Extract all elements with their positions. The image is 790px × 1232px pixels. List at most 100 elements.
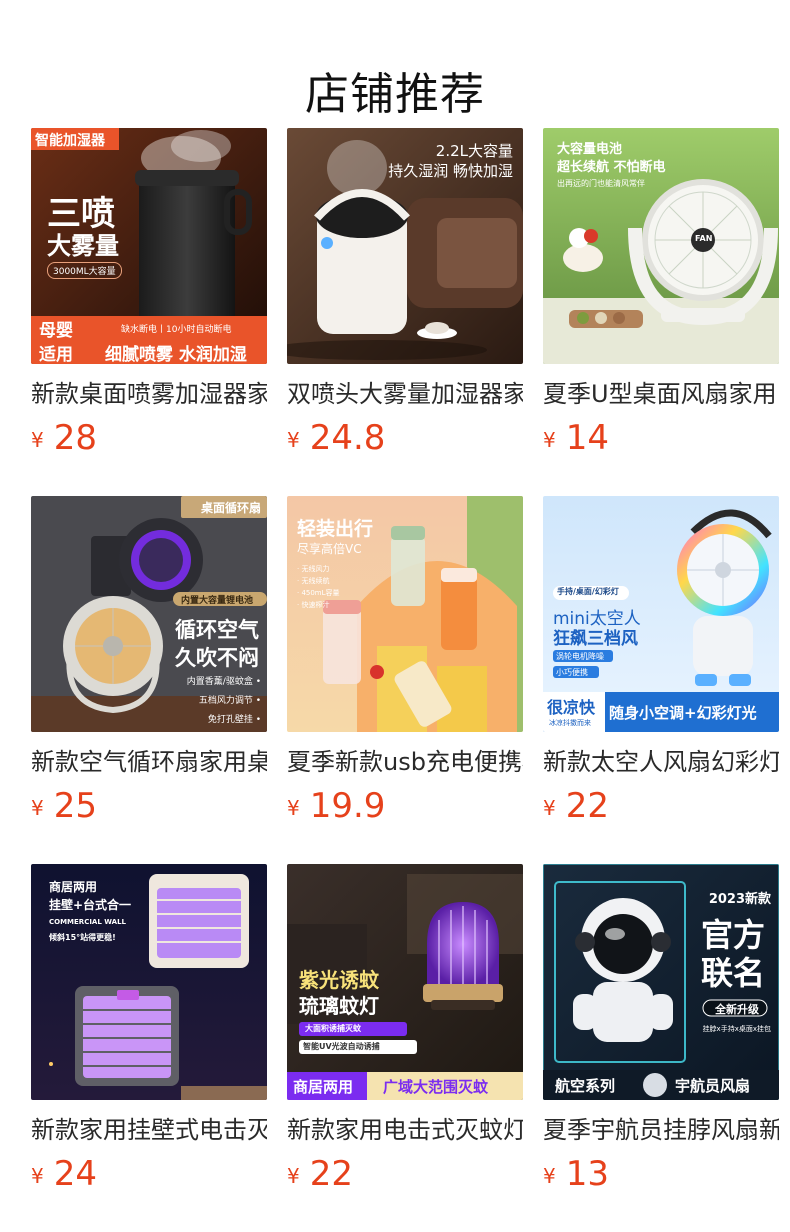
image-badge: 大面积诱捕灭蚊 [305, 1024, 361, 1033]
image-bottom-right: 广域大范围灭蚊 [383, 1078, 489, 1096]
image-tag: 智能加湿器 [35, 133, 105, 149]
product-price: ¥19.9 [287, 784, 523, 828]
product-name[interactable]: 夏季新款usb充电便携榨汁杯 [287, 746, 523, 778]
product-image[interactable]: 2.2L大容量 持久湿润 畅快加湿 [287, 128, 523, 364]
price-value: 28 [53, 418, 97, 458]
product-price: ¥14 [543, 416, 779, 460]
price-value: 22 [309, 1154, 353, 1194]
product-name[interactable]: 夏季宇航员挂脖风扇新款 [543, 1114, 779, 1146]
image-headline: 狂飙三档风 [553, 629, 638, 649]
product-grid: 智能加湿器 三喷 大雾量 3000ML大容量 母婴 适用 缺水断电丨10小时自动… [31, 128, 779, 1232]
product-name[interactable]: 新款太空人风扇幻彩灯光 [543, 746, 779, 778]
currency-symbol: ¥ [31, 428, 44, 452]
image-badge: 母婴 [39, 321, 73, 341]
image-headline: 循环空气 [175, 618, 259, 642]
store-recommendations-page: 店铺推荐 智能加湿器 三喷 大雾量 3000ML大容量 母婴 适用 缺水断电丨1… [0, 0, 790, 1232]
image-headline: 轻装出行 [297, 518, 374, 540]
image-headline: 挂壁+台式合一 [49, 898, 132, 912]
image-feature: · 无线风力 [297, 565, 330, 573]
product-image[interactable]: 桌面循环扇 内置大容量锂电池 循环空气 久吹不闷 内置香薰/驱蚊盒 • 五档风力… [31, 496, 267, 732]
image-headline: 超长续航 不怕断电 [557, 160, 666, 175]
image-badge: 冰凉抖擞而来 [549, 719, 591, 727]
product-card[interactable]: 轻装出行 尽享高倍VC · 无线风力 · 无线续航 · 450mL容量 · 快速… [287, 496, 523, 864]
price-value: 14 [565, 418, 609, 458]
image-badge: 智能UV光波自动诱捕 [303, 1042, 380, 1051]
product-price: ¥24 [31, 1152, 267, 1196]
image-headline: 久吹不闷 [175, 646, 259, 670]
image-headline: 持久湿润 畅快加湿 [388, 162, 513, 180]
image-pill: 全新升级 [715, 1003, 759, 1016]
product-name[interactable]: 夏季U型桌面风扇家用 [543, 378, 779, 410]
product-price: ¥28 [31, 416, 267, 460]
image-bottom-text: 随身小空调+幻彩灯光 [609, 704, 757, 722]
product-name[interactable]: 新款家用电击式灭蚊灯 [287, 1114, 523, 1146]
image-feature: · 无线续航 [297, 577, 330, 585]
image-subline: 挂脖x手持x桌面x挂包 [702, 1025, 771, 1033]
image-feature: 免打孔壁挂 • [207, 715, 261, 725]
currency-symbol: ¥ [287, 428, 300, 452]
product-card[interactable]: 桌面循环扇 内置大容量锂电池 循环空气 久吹不闷 内置香薰/驱蚊盒 • 五档风力… [31, 496, 267, 864]
product-card[interactable]: 商居两用 挂壁+台式合一 COMMERCIAL WALL 倾斜15°站得更稳! … [31, 864, 267, 1232]
product-price: ¥25 [31, 784, 267, 828]
currency-symbol: ¥ [31, 796, 44, 820]
image-subline: COMMERCIAL WALL [49, 918, 126, 926]
image-bottom-left: 商居两用 [293, 1078, 354, 1096]
product-card[interactable]: 智能加湿器 三喷 大雾量 3000ML大容量 母婴 适用 缺水断电丨10小时自动… [31, 128, 267, 496]
image-badge: 涡轮电机降噪 [556, 652, 604, 661]
image-headline: 联名 [700, 954, 765, 992]
product-card[interactable]: 手持/桌面/幻彩灯 mini太空人 狂飙三档风 涡轮电机降噪 小巧便携 很凉快 … [543, 496, 779, 864]
product-price: ¥24.8 [287, 416, 523, 460]
image-headline: 2.2L大容量 [435, 142, 513, 160]
image-badge: 很凉快 [547, 698, 596, 717]
product-card[interactable]: 紫光诱蚊 琉璃蚊灯 大面积诱捕灭蚊 智能UV光波自动诱捕 商居两用 广域大范围灭… [287, 864, 523, 1232]
image-headline: 大雾量 [47, 232, 119, 260]
image-band: 内置大容量锂电池 [181, 596, 254, 606]
currency-symbol: ¥ [543, 796, 556, 820]
image-feature: · 450mL容量 [297, 589, 340, 597]
image-tag: 2023新款 [708, 892, 771, 907]
currency-symbol: ¥ [287, 1164, 300, 1188]
image-bottom-text: 细腻喷雾 水润加湿 [105, 345, 247, 364]
product-name[interactable]: 新款桌面喷雾加湿器家用 [31, 378, 267, 410]
product-image[interactable]: 商居两用 挂壁+台式合一 COMMERCIAL WALL 倾斜15°站得更稳! [31, 864, 267, 1100]
product-card[interactable]: 2.2L大容量 持久湿润 畅快加湿 双喷头大雾量加湿器家用 ¥24.8 [287, 128, 523, 496]
image-feature: 内置香薰/驱蚊盒 • [186, 677, 261, 687]
image-subline: 倾斜15°站得更稳! [49, 933, 116, 942]
image-headline: 紫光诱蚊 [299, 968, 379, 992]
product-image[interactable]: 轻装出行 尽享高倍VC · 无线风力 · 无线续航 · 450mL容量 · 快速… [287, 496, 523, 732]
image-subline: 缺水断电丨10小时自动断电 [121, 325, 232, 335]
image-chip: 手持/桌面/幻彩灯 [557, 587, 619, 596]
price-value: 24 [53, 1154, 97, 1194]
product-name[interactable]: 双喷头大雾量加湿器家用 [287, 378, 523, 410]
price-value: 13 [565, 1154, 609, 1194]
product-image[interactable]: 手持/桌面/幻彩灯 mini太空人 狂飙三档风 涡轮电机降噪 小巧便携 很凉快 … [543, 496, 779, 732]
image-bottom-right: 宇航员风扇 [675, 1077, 751, 1095]
product-name[interactable]: 新款空气循环扇家用桌面 [31, 746, 267, 778]
product-image[interactable]: 大容量电池 超长续航 不怕断电 出再远的门也能清风常伴 FAN [543, 128, 779, 364]
image-subline: 尽享高倍VC [297, 542, 362, 556]
page-title: 店铺推荐 [305, 69, 485, 121]
price-value: 24.8 [309, 418, 386, 458]
image-headline: 商居两用 [49, 880, 98, 894]
image-tag: 桌面循环扇 [200, 501, 261, 515]
currency-symbol: ¥ [31, 1164, 44, 1188]
image-badge: 小巧便携 [556, 668, 588, 677]
product-price: ¥22 [287, 1152, 523, 1196]
product-card[interactable]: 大容量电池 超长续航 不怕断电 出再远的门也能清风常伴 FAN 夏季U型桌面风扇… [543, 128, 779, 496]
product-image[interactable]: 智能加湿器 三喷 大雾量 3000ML大容量 母婴 适用 缺水断电丨10小时自动… [31, 128, 267, 364]
image-subline: 出再远的门也能清风常伴 [557, 179, 645, 188]
currency-symbol: ¥ [543, 428, 556, 452]
image-badge: 适用 [39, 345, 73, 364]
product-image[interactable]: 2023新款 官方 联名 全新升级 挂脖x手持x桌面x挂包 航空系列 宇航员风扇 [543, 864, 779, 1100]
image-headline: 琉璃蚊灯 [299, 994, 379, 1018]
image-feature: 五档风力调节 • [198, 696, 261, 706]
image-feature: · 快速榨汁 [297, 601, 330, 609]
fan-logo: FAN [695, 234, 713, 243]
product-image[interactable]: 紫光诱蚊 琉璃蚊灯 大面积诱捕灭蚊 智能UV光波自动诱捕 商居两用 广域大范围灭… [287, 864, 523, 1100]
product-name[interactable]: 新款家用挂壁式电击灭蚊灯 [31, 1114, 267, 1146]
product-card[interactable]: 2023新款 官方 联名 全新升级 挂脖x手持x桌面x挂包 航空系列 宇航员风扇… [543, 864, 779, 1232]
image-caption: 3000ML大容量 [47, 262, 122, 279]
image-bottom-left: 航空系列 [555, 1077, 616, 1095]
currency-symbol: ¥ [543, 1164, 556, 1188]
image-headline: 大容量电池 [557, 142, 623, 157]
